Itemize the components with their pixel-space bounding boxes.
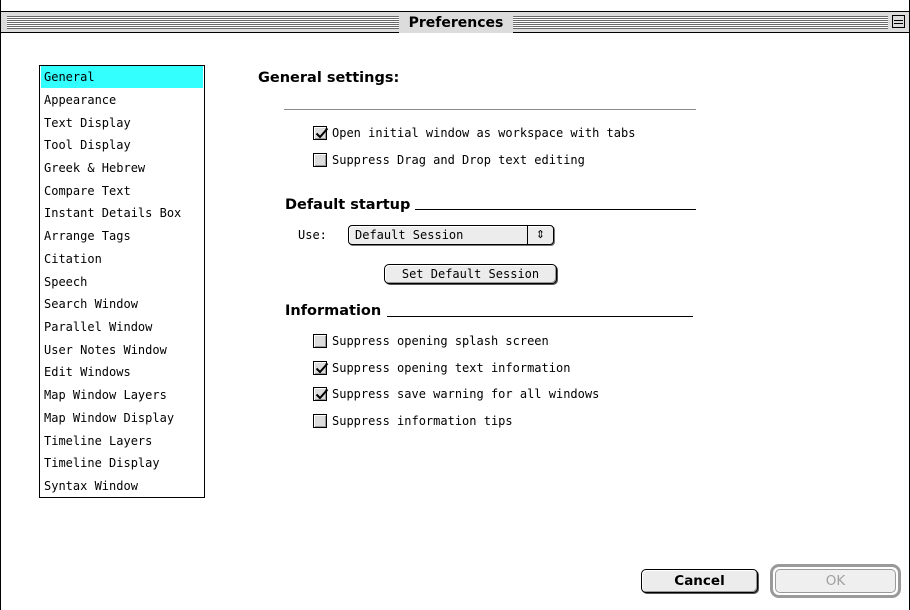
category-item-syntax-window[interactable]: Syntax Window [41,475,203,497]
category-item-map-window-layers[interactable]: Map Window Layers [41,384,203,406]
category-item-text-display[interactable]: Text Display [41,112,203,134]
checkbox[interactable] [313,414,327,428]
option-label: Suppress opening text information [332,361,571,375]
checkbox[interactable] [313,153,327,167]
checkbox[interactable] [313,334,327,348]
use-label: Use: [298,228,327,242]
session-popup[interactable]: Default Session ⇕ [348,225,554,245]
category-item-parallel-window[interactable]: Parallel Window [41,316,203,338]
option-label: Open initial window as workspace with ta… [332,126,636,140]
category-item-general[interactable]: General [41,66,203,88]
category-item-tool-display[interactable]: Tool Display [41,134,203,156]
category-item-edit-windows[interactable]: Edit Windows [41,361,203,383]
option-label: Suppress save warning for all windows [332,387,600,401]
default-startup-divider [415,209,696,210]
ok-button[interactable]: OK [775,569,896,593]
session-popup-value: Default Session [355,228,464,242]
category-item-appearance[interactable]: Appearance [41,89,203,111]
category-item-speech[interactable]: Speech [41,271,203,293]
information-heading: Information [285,303,382,319]
category-item-instant-details-box[interactable]: Instant Details Box [41,202,203,224]
collapse-box-icon[interactable] [892,15,905,28]
category-item-timeline-display[interactable]: Timeline Display [41,452,203,474]
checkmark-icon [315,362,329,374]
window-title: Preferences [399,13,513,33]
category-item-citation[interactable]: Citation [41,248,203,270]
checkmark-icon [315,127,329,139]
default-startup-heading: Default startup [285,197,411,213]
set-default-session-button[interactable]: Set Default Session [384,264,557,284]
checkbox[interactable] [313,361,329,375]
general-settings-heading: General settings: [258,70,400,86]
category-item-greek-hebrew[interactable]: Greek & Hebrew [41,157,203,179]
category-item-search-window[interactable]: Search Window [41,293,203,315]
title-bar[interactable]: Preferences [1,11,909,33]
category-item-compare-text[interactable]: Compare Text [41,180,203,202]
preferences-window: Preferences General Appearance Text Disp… [0,0,910,610]
cancel-button[interactable]: Cancel [641,569,758,593]
category-item-timeline-layers[interactable]: Timeline Layers [41,430,203,452]
checkbox[interactable] [313,126,329,140]
option-label: Suppress Drag and Drop text editing [332,153,585,167]
checkmark-icon [315,388,329,400]
category-list[interactable]: General Appearance Text Display Tool Dis… [39,65,205,498]
title-bar-stripes-right [513,16,888,29]
updown-arrows-icon: ⇕ [527,226,553,244]
category-item-map-window-display[interactable]: Map Window Display [41,407,203,429]
checkbox[interactable] [313,387,329,401]
category-item-user-notes-window[interactable]: User Notes Window [41,339,203,361]
information-divider [387,316,693,317]
general-settings-divider [284,109,696,110]
category-item-arrange-tags[interactable]: Arrange Tags [41,225,203,247]
title-bar-stripes-left [7,16,399,29]
option-label: Suppress information tips [332,414,513,428]
option-label: Suppress opening splash screen [332,334,549,348]
